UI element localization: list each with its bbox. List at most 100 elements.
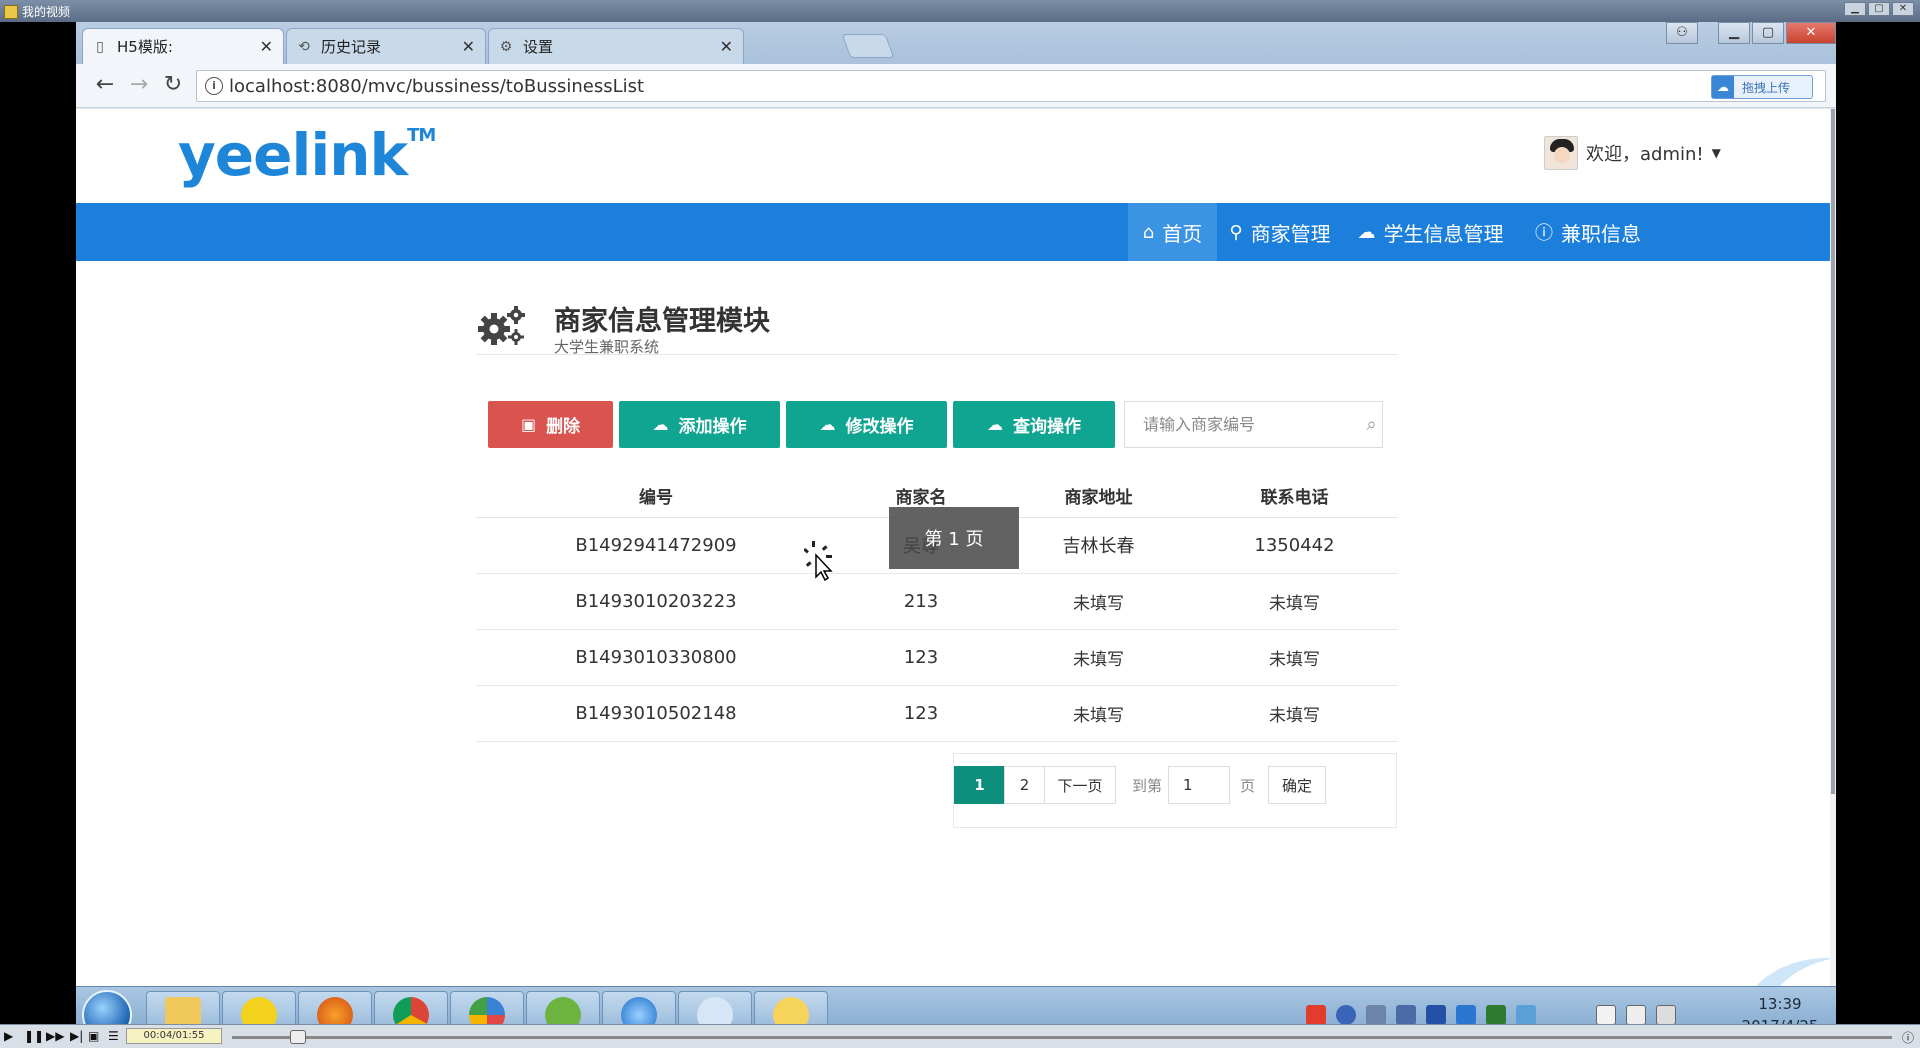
search-box: ⌕ — [1124, 401, 1383, 448]
shield-icon[interactable] — [1456, 1005, 1476, 1024]
table-row[interactable]: B1493010203223 213 未填写 未填写 — [476, 573, 1398, 630]
music-icon — [241, 997, 277, 1024]
column-header[interactable]: 联系电话 — [1191, 475, 1398, 518]
tab-close-icon[interactable]: ✕ — [260, 37, 273, 56]
edit-button[interactable]: ☁ 修改操作 — [786, 401, 947, 448]
taskbar-clock[interactable]: 13:39 2017/4/25 — [1736, 993, 1824, 1024]
captured-screen: ▯ H5模版: ✕ ⟲ 历史记录 ✕ ⚙ 设置 ✕ ⚇ ▁ ▢ ✕ ← → ↻ … — [76, 22, 1836, 1024]
delete-button[interactable]: ▣ 删除 — [488, 401, 613, 448]
tab-history[interactable]: ⟲ 历史记录 ✕ — [286, 28, 486, 64]
fullscreen-icon[interactable]: ▣ — [88, 1029, 99, 1043]
address-bar[interactable]: i localhost:8080/mvc/bussiness/toBussine… — [196, 70, 1826, 102]
back-icon[interactable]: ← — [92, 74, 118, 96]
search-input[interactable] — [1125, 402, 1361, 447]
minimize-icon[interactable]: ▁ — [1844, 2, 1866, 16]
forward-icon[interactable]: → — [126, 74, 152, 96]
nav-students[interactable]: ☁ 学生信息管理 — [1343, 203, 1518, 261]
page-subtitle: 大学生兼职系统 — [554, 338, 660, 356]
table-row[interactable]: B1493010502148 123 未填写 未填写 — [476, 685, 1398, 742]
pause-icon[interactable]: ❚❚ — [24, 1029, 44, 1043]
minimize-icon[interactable]: ▁ — [1718, 22, 1750, 44]
sogou-icon[interactable] — [1306, 1005, 1326, 1024]
taskbar-notes[interactable] — [754, 991, 828, 1024]
search-icon[interactable]: ⌕ — [1361, 414, 1382, 435]
player-title: 我的视频 — [4, 3, 70, 20]
cell-id: B1493010203223 — [476, 573, 836, 630]
reload-icon[interactable]: ↻ — [160, 74, 186, 96]
cell-name: 213 — [836, 573, 1006, 630]
url-text[interactable]: localhost:8080/mvc/bussiness/toBussiness… — [229, 76, 644, 97]
table-row[interactable]: B1493010330800 123 未填写 未填写 — [476, 629, 1398, 686]
taskbar-explorer[interactable] — [146, 991, 220, 1024]
gears-icon — [478, 306, 525, 345]
home-icon: ⌂ — [1142, 221, 1155, 243]
start-button[interactable] — [82, 990, 132, 1024]
seek-handle[interactable] — [290, 1030, 306, 1044]
help-icon[interactable] — [1336, 1005, 1356, 1024]
tab-h5[interactable]: ▯ H5模版: ✕ — [82, 28, 284, 64]
cell-id: B1493010330800 — [476, 629, 836, 686]
scrollbar-thumb[interactable] — [1831, 109, 1835, 794]
taskbar-app[interactable] — [450, 991, 524, 1024]
fast-forward-icon[interactable]: ▶▶ — [46, 1029, 64, 1043]
tab-close-icon[interactable]: ✕ — [720, 37, 733, 56]
flag-icon[interactable] — [1596, 1005, 1616, 1024]
nvidia-icon[interactable] — [1486, 1005, 1506, 1024]
confirm-button[interactable]: 确定 — [1268, 766, 1326, 804]
info-icon[interactable]: i — [205, 77, 223, 95]
next-frame-icon[interactable]: ▶| — [70, 1029, 83, 1043]
cell-name: 123 — [836, 629, 1006, 686]
goto-page-input[interactable]: 1 — [1168, 766, 1230, 804]
upload-button[interactable]: ☁ 拖拽上传 — [1711, 75, 1813, 99]
query-button[interactable]: ☁ 查询操作 — [953, 401, 1115, 448]
taskbar-anatomy[interactable] — [678, 991, 752, 1024]
maximize-icon[interactable]: ▢ — [1752, 22, 1784, 44]
page-2-button[interactable]: 2 — [1004, 766, 1045, 804]
playlist-icon[interactable]: ☰ — [108, 1029, 119, 1043]
profile-icon[interactable]: ⚇ — [1666, 22, 1698, 44]
info-icon[interactable]: ⓘ — [1902, 1029, 1914, 1046]
new-tab-button[interactable] — [841, 34, 895, 58]
busy-cursor-icon — [804, 541, 833, 581]
business-panel: 商家信息管理模块 大学生兼职系统 ▣ 删除 ☁ 添加操作 ☁ 修改操作 ☁ 查询… — [476, 299, 1398, 742]
decorative-swoosh-icon — [1756, 957, 1836, 986]
tab-settings[interactable]: ⚙ 设置 ✕ — [488, 28, 744, 64]
cell-address: 未填写 — [1006, 629, 1191, 686]
tab-close-icon[interactable]: ✕ — [462, 37, 475, 56]
nav-business[interactable]: ⚲ 商家管理 — [1217, 203, 1343, 261]
nav-parttime[interactable]: ⓘ 兼职信息 — [1518, 203, 1658, 261]
power-icon[interactable] — [1626, 1005, 1646, 1024]
next-page-button[interactable]: 下一页 — [1044, 766, 1116, 804]
tray-icon[interactable] — [1366, 1005, 1386, 1024]
tray-expand-icon[interactable] — [1396, 1005, 1416, 1024]
cell-address: 吉林长春 — [1006, 517, 1191, 574]
taskbar-spring[interactable] — [526, 991, 600, 1024]
page-scrollbar[interactable] — [1830, 109, 1836, 986]
network-icon[interactable] — [1516, 1005, 1536, 1024]
volume-icon[interactable] — [1656, 1005, 1676, 1024]
cell-address: 未填写 — [1006, 573, 1191, 630]
play-icon[interactable]: ▶ — [4, 1029, 13, 1043]
device-icon[interactable] — [1426, 1005, 1446, 1024]
spring-icon — [545, 997, 581, 1024]
taskbar-chrome[interactable] — [374, 991, 448, 1024]
user-menu[interactable]: 欢迎，admin! ▼ — [1544, 136, 1721, 170]
nav-home[interactable]: ⌂ 首页 — [1128, 203, 1217, 261]
restore-icon[interactable]: ▢ — [1868, 2, 1890, 16]
add-button[interactable]: ☁ 添加操作 — [619, 401, 780, 448]
taskbar-firefox[interactable] — [298, 991, 372, 1024]
logo[interactable]: yeelinkTM — [178, 121, 436, 189]
app-icon — [469, 997, 505, 1024]
seek-bar[interactable] — [232, 1036, 1892, 1039]
cloud-upload-icon: ☁ — [819, 415, 836, 434]
column-header[interactable]: 编号 — [476, 475, 836, 518]
taskbar-music[interactable] — [222, 991, 296, 1024]
close-icon[interactable]: ✕ — [1892, 2, 1914, 16]
history-icon: ⟲ — [298, 38, 310, 55]
close-icon[interactable]: ✕ — [1786, 22, 1836, 44]
column-header[interactable]: 商家地址 — [1006, 475, 1191, 518]
taskbar-ie[interactable] — [602, 991, 676, 1024]
page-1-button[interactable]: 1 — [954, 766, 1005, 804]
notes-icon — [773, 997, 809, 1024]
cell-phone: 未填写 — [1191, 685, 1398, 742]
